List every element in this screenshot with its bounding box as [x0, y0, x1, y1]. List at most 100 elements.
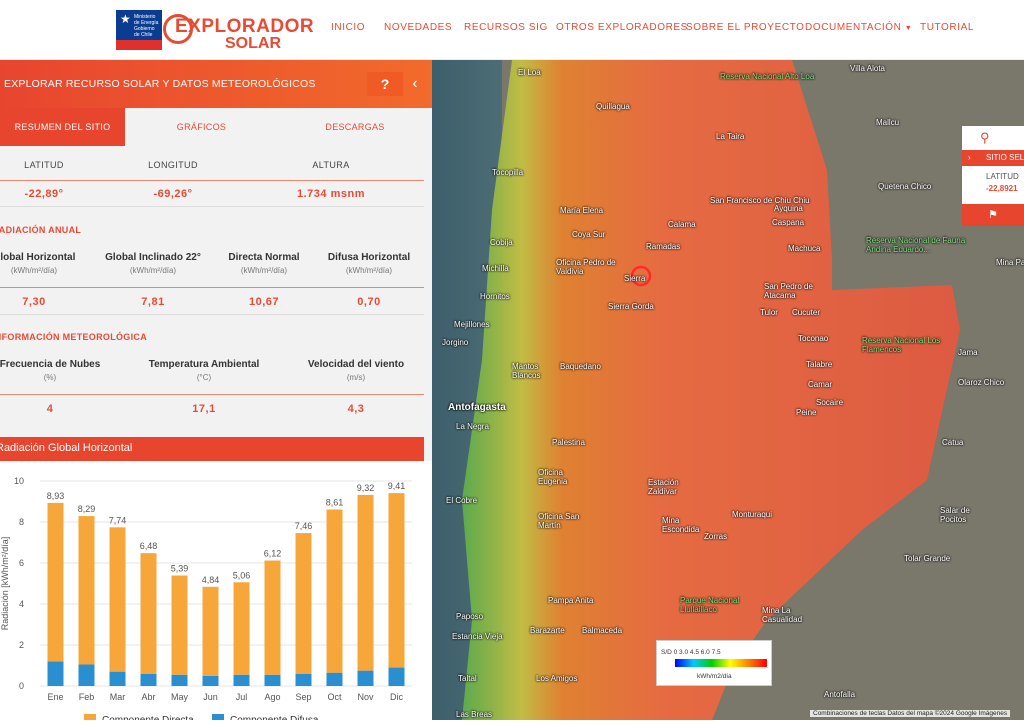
- bar-total-label: 6,12: [264, 549, 282, 559]
- y-tick-label: 6: [19, 558, 24, 568]
- bar-componente-directa: [326, 509, 343, 673]
- y-tick-label: 8: [19, 517, 24, 527]
- x-tick-label: Ene: [47, 692, 63, 702]
- bar-componente-difusa: [47, 661, 64, 686]
- section-radiacion-anual: RADIACIÓN ANUAL: [0, 225, 82, 235]
- temperatura-ambiental-value: 17,1: [192, 403, 216, 415]
- bar-componente-difusa: [357, 670, 374, 686]
- map-pin-icon[interactable]: ⚲: [980, 130, 990, 146]
- bar-total-label: 8,29: [78, 504, 96, 514]
- global-horizontal-value: 7,30: [22, 296, 46, 308]
- bar-total-label: 9,41: [388, 481, 406, 491]
- bar-componente-difusa: [388, 667, 405, 686]
- map-background: [432, 60, 1024, 720]
- frecuencia-nubes-value: 4: [46, 403, 54, 415]
- global-horizontal-label: Global Horizontal: [0, 252, 76, 263]
- bar-total-label: 5,06: [233, 570, 251, 580]
- global-inclinado-value: 7,81: [141, 296, 165, 308]
- tab-graficos[interactable]: GRÁFICOS: [125, 108, 278, 146]
- bar-componente-difusa: [233, 674, 250, 686]
- frecuencia-nubes-label: Frecuencia de Nubes: [0, 359, 101, 370]
- nav-inicio[interactable]: INICIO: [331, 22, 365, 33]
- tab-descargas[interactable]: DESCARGAS: [278, 108, 432, 146]
- nav-otros-exploradores[interactable]: OTROS EXPLORADORES: [556, 22, 688, 33]
- radiation-chart: 0 2 4 6 8 10 Radiación [kWh/m²/día] 8,93 Ene 8,29…: [0, 461, 432, 725]
- y-tick-label: 10: [14, 476, 24, 486]
- bar-componente-directa: [140, 553, 157, 674]
- bar-componente-directa: [202, 586, 219, 676]
- bar-componente-difusa: [264, 674, 281, 686]
- bar-total-label: 4,84: [202, 575, 220, 585]
- panel-title: EXPLORAR RECURSO SOLAR Y DATOS METEOROLÓ…: [4, 78, 316, 90]
- bar-total-label: 9,32: [357, 483, 375, 493]
- velocidad-viento-value: 4,3: [347, 403, 365, 415]
- panel-tabs: RESUMEN DEL SITIO GRÁFICOS DESCARGAS: [0, 108, 432, 146]
- altitude-value: 1.734 msnm: [297, 188, 365, 200]
- x-tick-label: Mar: [110, 692, 126, 702]
- bar-total-label: 7,74: [109, 515, 127, 525]
- radiation-chart-svg: 0 2 4 6 8 10 Radiación [kWh/m²/día] 8,93 Ene 8,29…: [0, 476, 412, 725]
- selected-latitude-label: LATITUD: [986, 172, 1019, 181]
- chevron-right-icon: ›: [968, 153, 971, 162]
- y-tick-label: 0: [19, 681, 24, 691]
- legend-swatch: [212, 714, 224, 724]
- chart-header: Radiación Global Horizontal: [0, 437, 424, 461]
- legend-scale: S/D 0 3.0 4.5 6.0 7.5: [661, 649, 721, 656]
- legend-swatch: [84, 714, 96, 724]
- y-axis-label: Radiación [kWh/m²/día]: [0, 537, 10, 631]
- selected-site-box: ⚲ ›SITIO SELECCIONADO LATITUD -22,8921 ⚑: [962, 126, 1024, 226]
- bar-componente-difusa: [78, 664, 95, 686]
- nav-recursos-sig[interactable]: RECURSOS SIG: [464, 22, 548, 33]
- explorador-solar-logo[interactable]: EXPLORADOR SOLAR: [163, 8, 314, 54]
- bar-componente-directa: [47, 502, 64, 662]
- x-tick-label: Dic: [390, 692, 403, 702]
- legend-color-bar: [675, 659, 767, 667]
- bar-componente-difusa: [171, 674, 188, 686]
- selected-latitude-value: -22,8921: [986, 184, 1018, 193]
- bar-componente-difusa: [326, 672, 343, 686]
- velocidad-viento-label: Velocidad del viento: [307, 359, 405, 370]
- difusa-horizontal-value: 0,70: [357, 296, 381, 308]
- bar-componente-difusa: [202, 675, 219, 686]
- solar-map[interactable]: Villa Alota Reserva Nacional Alto Loa El…: [432, 60, 1024, 720]
- latitude-value: -22,89°: [24, 188, 64, 200]
- bar-componente-difusa: [295, 673, 312, 686]
- brand-line2: SOLAR: [225, 35, 281, 52]
- map-attribution[interactable]: Combinaciones de teclas Datos del mapa ©…: [810, 710, 1011, 717]
- star-icon: ★: [120, 12, 131, 26]
- bar-total-label: 8,61: [326, 497, 344, 507]
- legend-units: kWh/m2/día: [697, 673, 732, 680]
- nav-documentacion[interactable]: DOCUMENTACIÓN ▼: [805, 22, 912, 33]
- x-tick-label: Sep: [295, 692, 311, 702]
- help-button[interactable]: ?: [367, 72, 403, 96]
- latitude-label: LATITUD: [24, 160, 64, 170]
- global-inclinado-label: Global Inclinado 22°: [105, 252, 201, 263]
- x-tick-label: Abr: [141, 692, 155, 702]
- bar-componente-difusa: [109, 671, 126, 686]
- nav-tutorial[interactable]: TUTORIAL: [920, 22, 974, 33]
- difusa-horizontal-label: Difusa Horizontal: [327, 252, 411, 263]
- bar-componente-directa: [264, 560, 281, 675]
- government-logo[interactable]: ★ Ministerio de Energía Gobierno de Chil…: [116, 10, 162, 50]
- nav-sobre-el-proyecto[interactable]: SOBRE EL PROYECTO: [686, 22, 805, 33]
- directa-normal-value: 10,67: [248, 296, 280, 308]
- chile-map-button[interactable]: ⚑: [962, 204, 1024, 226]
- bar-componente-difusa: [140, 673, 157, 686]
- altitude-label: ALTURA: [312, 160, 350, 170]
- x-tick-label: Oct: [327, 692, 342, 702]
- tab-resumen-del-sitio[interactable]: RESUMEN DEL SITIO: [0, 108, 125, 146]
- bar-total-label: 6,48: [140, 541, 158, 551]
- collapse-panel-button[interactable]: ‹: [406, 72, 424, 96]
- map-legend: S/D 0 3.0 4.5 6.0 7.5 kWh/m2/día: [656, 640, 772, 686]
- legend-label: Componente Directa: [102, 715, 194, 720]
- longitude-value: -69,26°: [153, 188, 193, 200]
- bar-componente-directa: [78, 516, 95, 665]
- government-logo-text: Ministerio de Energía Gobierno de Chile: [134, 14, 159, 38]
- nav-novedades[interactable]: NOVEDADES: [384, 22, 452, 33]
- selected-site-label[interactable]: ›SITIO SELECCIONADO: [962, 150, 1024, 166]
- directa-normal-label: Directa Normal: [228, 252, 300, 263]
- top-navbar: ★ Ministerio de Energía Gobierno de Chil…: [0, 0, 1024, 60]
- x-tick-label: Ago: [264, 692, 280, 702]
- bar-total-label: 8,93: [47, 491, 65, 501]
- panel-header: EXPLORAR RECURSO SOLAR Y DATOS METEOROLÓ…: [0, 60, 432, 108]
